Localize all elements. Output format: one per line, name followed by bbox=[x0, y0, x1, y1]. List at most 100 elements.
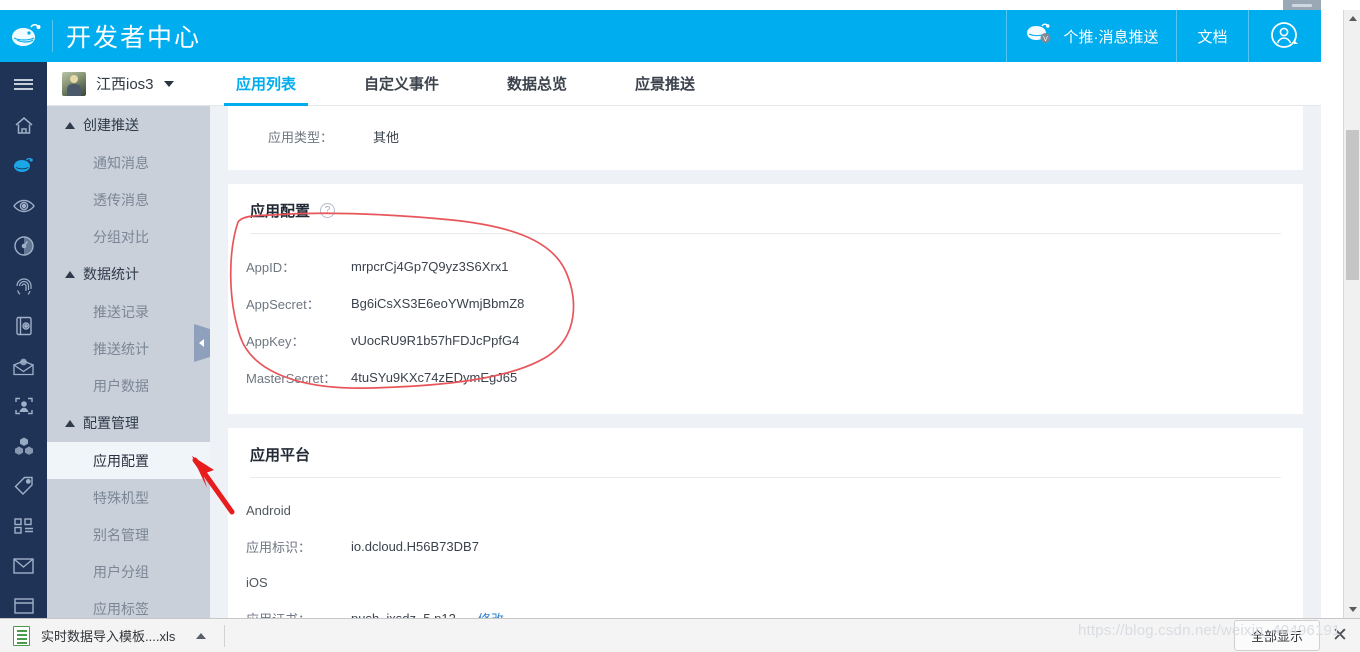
submenu-group-label: 配置管理 bbox=[83, 415, 139, 431]
ios-label: iOS bbox=[246, 574, 268, 590]
home-icon[interactable] bbox=[0, 106, 47, 146]
triangle-up-icon bbox=[65, 419, 75, 427]
browser-chrome-strip bbox=[0, 0, 1360, 10]
app-type-value: 其他 bbox=[373, 129, 400, 145]
main-content: 应用类型： 其他 应用配置 ? AppID： mrpcrCj4Gp7Q9yz3S… bbox=[210, 106, 1321, 628]
collapse-left-icon[interactable] bbox=[194, 324, 211, 362]
caret-down-icon[interactable] bbox=[163, 80, 174, 87]
submenu-group-label: 创建推送 bbox=[83, 117, 139, 133]
triangle-up-icon bbox=[65, 121, 75, 129]
download-item[interactable]: 实时数据导入模板....xls bbox=[0, 619, 207, 652]
scroll-down-arrow-icon[interactable] bbox=[1344, 601, 1360, 618]
product-label: 个推·消息推送 bbox=[1063, 28, 1159, 46]
submenu-group-label: 数据统计 bbox=[83, 266, 139, 282]
android-label: Android bbox=[246, 502, 291, 518]
submenu-item-special-models[interactable]: 特殊机型 bbox=[47, 479, 210, 516]
submenu-item-push-stats[interactable]: 推送统计 bbox=[47, 330, 210, 367]
submenu-item-user-groups[interactable]: 用户分组 bbox=[47, 553, 210, 590]
submenu-item-transparent-message[interactable]: 透传消息 bbox=[47, 181, 210, 218]
submenu-item-group-compare[interactable]: 分组对比 bbox=[47, 218, 210, 255]
top-header-bar: 开发者中心 V 个推·消息推送 文档 bbox=[0, 10, 1321, 62]
mail-push-icon[interactable] bbox=[0, 346, 47, 386]
app-config-title: 应用配置 bbox=[250, 203, 311, 220]
scrollbar-thumb[interactable] bbox=[1346, 130, 1359, 280]
app-platform-card: 应用平台 Android 应用标识： io.dcloud.H56B73DB7 i… bbox=[228, 428, 1303, 628]
tab-scenario-push[interactable]: 应景推送 bbox=[623, 62, 707, 105]
tab-data-overview[interactable]: 数据总览 bbox=[495, 62, 579, 105]
cubes-group-icon[interactable] bbox=[0, 426, 47, 466]
product-switcher[interactable]: V 个推·消息推送 bbox=[1006, 10, 1176, 62]
mastersecret-label: MasterSecret： bbox=[246, 371, 337, 386]
app-type-label: 应用类型： bbox=[268, 129, 334, 145]
app-config-header: 应用配置 ? bbox=[228, 184, 1303, 233]
chevron-up-icon[interactable] bbox=[196, 632, 207, 639]
docs-label: 文档 bbox=[1197, 28, 1228, 46]
app-platform-header: 应用平台 bbox=[228, 428, 1303, 477]
app-type-card: 应用类型： 其他 bbox=[228, 106, 1303, 170]
watermark-text: https://blog.csdn.net/weixin_40496191 bbox=[1078, 622, 1341, 639]
ios-section-label: iOS bbox=[246, 564, 1281, 600]
grid-list-icon[interactable] bbox=[0, 506, 47, 546]
header-right-group: V 个推·消息推送 文档 bbox=[1006, 10, 1321, 62]
icon-rail bbox=[0, 62, 47, 628]
question-mark-icon[interactable]: ? bbox=[320, 203, 336, 218]
eye-overview-icon[interactable] bbox=[0, 186, 47, 226]
appkey-label: AppKey： bbox=[246, 334, 305, 349]
whale-push-icon[interactable] bbox=[0, 146, 47, 186]
hamburger-menu-icon[interactable] bbox=[0, 62, 47, 106]
mastersecret-row: MasterSecret： 4tuSYu9KXc74zEDymEgJ65 bbox=[246, 359, 1281, 396]
app-platform-title: 应用平台 bbox=[250, 447, 311, 464]
svg-text:V: V bbox=[1043, 36, 1048, 43]
appid-value: mrpcrCj4Gp7Q9yz3S6Xrx1 bbox=[351, 259, 509, 274]
fingerprint-icon[interactable] bbox=[0, 266, 47, 306]
appid-label: AppID： bbox=[246, 260, 296, 275]
submenu-item-alias-mgmt[interactable]: 别名管理 bbox=[47, 516, 210, 553]
nav-tabs: 应用列表 自定义事件 数据总览 应景推送 bbox=[224, 62, 751, 106]
docs-link[interactable]: 文档 bbox=[1176, 10, 1248, 62]
submenu-group-create-push[interactable]: 创建推送 bbox=[47, 106, 210, 144]
app-name-label: 江西ios3 bbox=[96, 76, 154, 93]
appid-row: AppID： mrpcrCj4Gp7Q9yz3S6Xrx1 bbox=[246, 248, 1281, 285]
page-right-gutter bbox=[1321, 10, 1343, 618]
brand-title: 开发者中心 bbox=[66, 24, 202, 52]
submenu-panel: 创建推送 通知消息 透传消息 分组对比 数据统计 推送记录 推送统计 用户数据 … bbox=[47, 106, 210, 628]
submenu-group-config-mgmt[interactable]: 配置管理 bbox=[47, 404, 210, 442]
android-package-value: io.dcloud.H56B73DB7 bbox=[351, 538, 479, 554]
tag-icon[interactable] bbox=[0, 466, 47, 506]
user-account-icon[interactable] bbox=[1248, 10, 1321, 62]
analytics-gauge-icon[interactable] bbox=[0, 226, 47, 266]
app-config-card: 应用配置 ? AppID： mrpcrCj4Gp7Q9yz3S6Xrx1 App… bbox=[228, 184, 1303, 414]
envelope-icon[interactable] bbox=[0, 546, 47, 586]
submenu-group-data-stats[interactable]: 数据统计 bbox=[47, 255, 210, 293]
appsecret-row: AppSecret： Bg6iCsXS3E6eoYWmjBbmZ8 bbox=[246, 285, 1281, 322]
divider bbox=[224, 624, 226, 647]
vertical-scrollbar[interactable] bbox=[1343, 10, 1360, 618]
user-scan-icon[interactable] bbox=[0, 386, 47, 426]
scroll-up-arrow-icon[interactable] bbox=[1344, 10, 1360, 27]
submenu-item-user-data[interactable]: 用户数据 bbox=[47, 367, 210, 404]
android-section-label: Android bbox=[246, 492, 1281, 528]
app-config-body: AppID： mrpcrCj4Gp7Q9yz3S6Xrx1 AppSecret：… bbox=[228, 234, 1303, 414]
whale-verified-icon: V bbox=[1025, 22, 1055, 50]
excel-file-icon bbox=[13, 625, 30, 646]
android-package-row: 应用标识： io.dcloud.H56B73DB7 bbox=[246, 528, 1281, 564]
secondary-nav-bar: 江西ios3 应用列表 自定义事件 数据总览 应景推送 bbox=[0, 62, 1321, 106]
android-package-label: 应用标识： bbox=[246, 539, 312, 555]
submenu-item-notification-message[interactable]: 通知消息 bbox=[47, 144, 210, 181]
app-book-icon[interactable] bbox=[0, 306, 47, 346]
app-platform-body: Android 应用标识： io.dcloud.H56B73DB7 iOS 应用… bbox=[228, 478, 1303, 628]
triangle-up-icon bbox=[65, 270, 75, 278]
submenu-item-app-config[interactable]: 应用配置 bbox=[47, 442, 210, 479]
app-type-row: 应用类型： 其他 bbox=[268, 118, 1281, 154]
whale-logo-icon[interactable] bbox=[0, 10, 52, 62]
header-divider bbox=[52, 20, 53, 52]
appkey-value: vUocRU9R1b57hFDJcPpfG4 bbox=[351, 333, 520, 348]
submenu-item-push-records[interactable]: 推送记录 bbox=[47, 293, 210, 330]
tab-custom-events[interactable]: 自定义事件 bbox=[352, 62, 451, 105]
download-file-name: 实时数据导入模板....xls bbox=[41, 629, 176, 644]
app-selector[interactable]: 江西ios3 bbox=[62, 62, 174, 105]
app-avatar-icon bbox=[62, 71, 86, 96]
appsecret-value: Bg6iCsXS3E6eoYWmjBbmZ8 bbox=[351, 296, 525, 311]
screen-root: 开发者中心 V 个推·消息推送 文档 江西ios3 应用列表 自定义事件 数据总… bbox=[0, 0, 1360, 652]
tab-app-list[interactable]: 应用列表 bbox=[224, 62, 309, 106]
